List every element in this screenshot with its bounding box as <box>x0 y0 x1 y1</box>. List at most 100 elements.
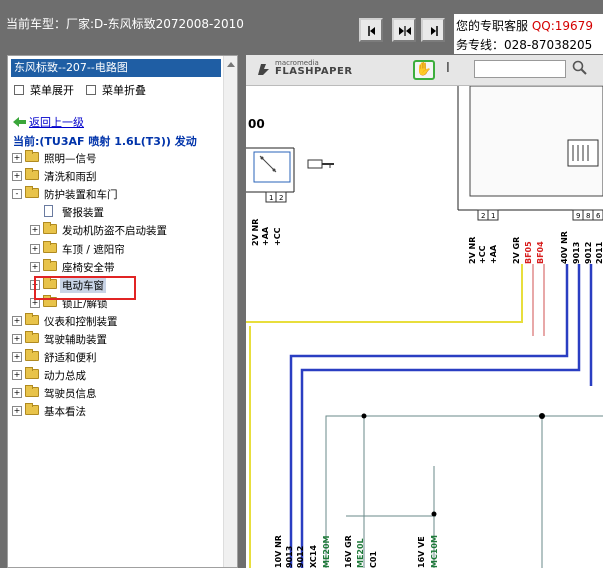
back-link[interactable]: 返回上一级 <box>13 114 84 130</box>
viewer-toolbar: macromedia FLASHPAPER ✋ I <box>246 55 603 86</box>
folder-icon <box>25 150 39 162</box>
expand-toggle-icon[interactable]: + <box>12 388 22 399</box>
collapse-icon <box>86 85 96 95</box>
wiring-diagram[interactable]: 00 1 2 2V NR +AA +CC 2 1 9 8 6 2V NR +CC… <box>246 86 603 568</box>
back-arrow-icon <box>13 117 26 127</box>
expand-toggle-icon[interactable]: + <box>12 406 22 417</box>
tree-panel: 东风标致--207--电路图 菜单展开 菜单折叠 返回上一级 当前:(TU3AF… <box>7 55 238 568</box>
pin-mid-2: 2 <box>481 212 485 220</box>
folder-icon <box>25 403 39 416</box>
menu-collapse-label: 菜单折叠 <box>102 84 146 97</box>
expand-toggle-icon[interactable]: + <box>30 261 40 272</box>
pin-right-6: 6 <box>596 212 601 220</box>
tree-item-label: 座椅安全带 <box>62 261 115 274</box>
tree-item-label: 动力总成 <box>44 370 86 383</box>
bottom-label-9: 16V VE <box>417 536 426 568</box>
service-label: 您的专职客服 <box>456 19 529 33</box>
tree-item-label: 驾驶员信息 <box>44 388 97 401</box>
current-path: 当前:(TU3AF 喷射 1.6L(T3)) 发动 <box>13 135 197 148</box>
wire-mid-red: 2V GR <box>512 237 521 264</box>
back-link-label: 返回上一级 <box>29 116 84 129</box>
tree-item-label: 基本看法 <box>44 406 86 419</box>
bottom-label-6: 16V GR <box>344 535 353 568</box>
macromedia-logo-icon <box>258 64 269 75</box>
bottom-label-2: 9013 <box>285 546 294 568</box>
brand-big: FLASHPAPER <box>275 66 353 77</box>
hand-icon: ✋ <box>415 62 433 77</box>
wire-mid-1: 2V NR <box>468 237 477 264</box>
menu-expand-label: 菜单展开 <box>30 84 74 97</box>
pin-left-1: 1 <box>269 194 273 202</box>
tree-item-label: 仪表和控制装置 <box>44 315 118 328</box>
tree-item-label: 防护装置和车门 <box>44 189 118 202</box>
folder-icon <box>25 349 39 362</box>
expand-toggle-icon[interactable]: + <box>12 153 22 163</box>
bottom-label-5: ME20M <box>322 535 331 568</box>
expand-icon <box>14 85 24 95</box>
wire-right: 40V NR <box>560 231 569 264</box>
expand-toggle-icon[interactable]: + <box>30 225 40 236</box>
folder-icon <box>25 367 39 380</box>
folder-icon <box>43 258 57 271</box>
wire-right-3: 2011 <box>595 241 603 264</box>
nav-swap-button[interactable] <box>392 18 416 42</box>
junction-dot <box>431 511 437 517</box>
junction-dot <box>361 413 367 419</box>
bottom-label-10: MC10M <box>430 535 439 568</box>
bottom-label-8: C01 <box>369 551 378 568</box>
tree-panel-title: 东风标致--207--电路图 <box>11 59 221 77</box>
tree-item-label: 清洗和雨刮 <box>44 171 97 184</box>
wire-right-1: 9013 <box>572 242 581 264</box>
customer-service-box: 您的专职客服 QQ:19679 务专线：028-87038205 <box>454 14 603 54</box>
code-red-1: BF05 <box>524 241 533 264</box>
tree-item-label: 车顶 / 遮阳帘 <box>62 243 125 256</box>
pin-right-8: 8 <box>586 212 590 220</box>
tree-item-label: 照明—信号 <box>44 153 97 165</box>
highlight-box <box>34 276 136 300</box>
menu-collapse-button[interactable]: 菜单折叠 <box>86 82 146 98</box>
expand-toggle-icon[interactable]: + <box>12 334 22 344</box>
bottom-label-4: XC14 <box>309 545 318 568</box>
menu-expand-button[interactable]: 菜单展开 <box>14 82 74 98</box>
key-icon <box>307 159 334 169</box>
top-bar: 当前车型：厂家:D-东风标致2072008-2010 您的专职客服 QQ:196… <box>0 0 603 54</box>
hand-tool-button[interactable]: ✋ <box>413 60 435 80</box>
service-qq[interactable]: QQ:19679 <box>532 19 593 33</box>
folder-icon <box>25 186 39 199</box>
wire-mid-3: +AA <box>489 244 498 264</box>
car-type-label: 当前车型：厂家:D-东风标致2072008-2010 <box>6 17 244 31</box>
folder-icon <box>43 240 57 253</box>
service-phone: 务专线：028-87038205 <box>456 38 593 52</box>
expand-toggle-icon[interactable]: + <box>30 243 40 254</box>
scroll-up-icon[interactable] <box>227 62 235 67</box>
collapse-toggle-icon[interactable]: - <box>12 189 22 200</box>
expand-toggle-icon[interactable]: + <box>12 352 22 363</box>
expand-toggle-icon[interactable]: + <box>12 370 22 381</box>
flashpaper-viewer: macromedia FLASHPAPER ✋ I 00 1 2 2V NR +… <box>246 55 603 568</box>
tree-item-label: 舒适和便利 <box>44 352 97 365</box>
nav-next-button[interactable] <box>421 18 445 42</box>
bottom-label-3: 9012 <box>296 546 305 568</box>
pin-right-9: 9 <box>576 212 580 220</box>
pin-left-2: 2 <box>279 194 283 202</box>
wire-right-2: 9012 <box>584 242 593 264</box>
search-input[interactable] <box>474 60 566 78</box>
search-icon[interactable] <box>572 60 588 76</box>
wire-left-3: +CC <box>273 227 282 246</box>
arrow-left-icon <box>368 26 375 36</box>
tree-item-label: 警报装置 <box>62 207 104 220</box>
wire-left-2: +AA <box>261 226 270 246</box>
nav-prev-button[interactable] <box>359 18 383 42</box>
bottom-label-1: 10V NR <box>274 535 283 568</box>
code-red-2: BF04 <box>536 241 545 264</box>
bottom-label-7: ME20L <box>356 538 365 568</box>
text-select-icon[interactable]: I <box>446 61 450 76</box>
expand-toggle-icon[interactable]: + <box>12 171 22 182</box>
expand-toggle-icon[interactable]: + <box>12 315 22 326</box>
folder-icon <box>25 312 39 325</box>
arrow-right-icon <box>431 26 438 36</box>
tree-scrollbar[interactable] <box>223 56 237 567</box>
folder-icon <box>25 385 39 398</box>
wire-mid-2: +CC <box>478 245 487 264</box>
tree-item-label: 驾驶辅助装置 <box>44 334 107 346</box>
